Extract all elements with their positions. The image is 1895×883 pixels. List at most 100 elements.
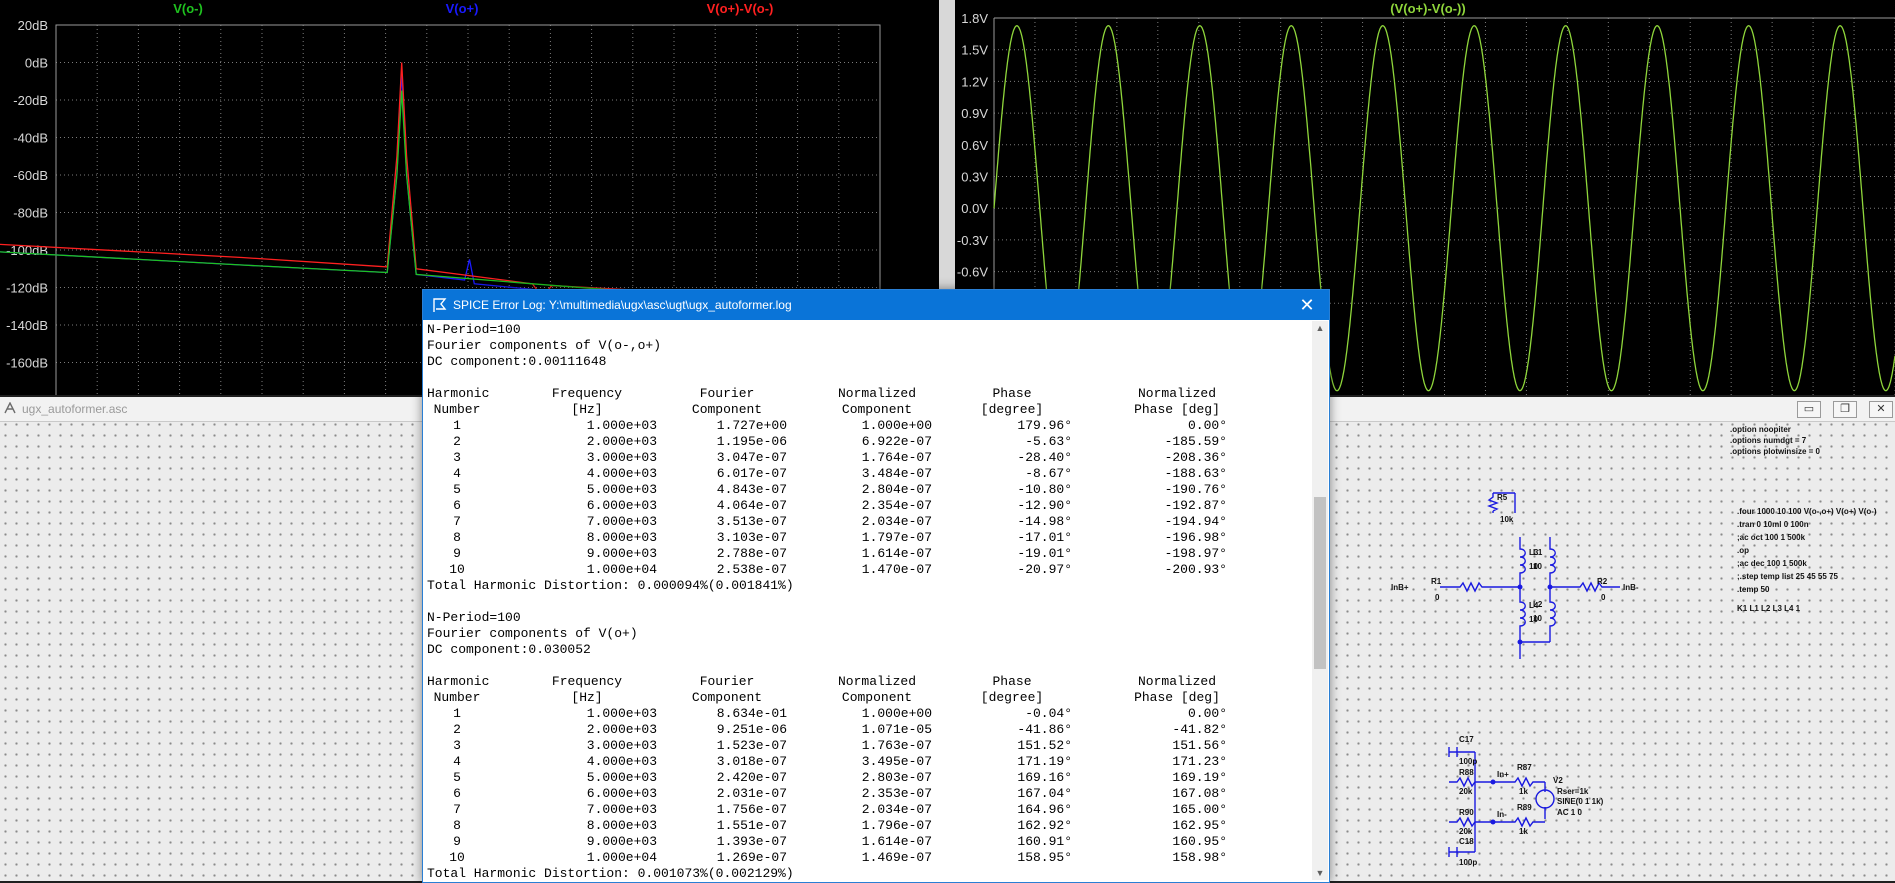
cell: 1.000e+00 [861, 706, 932, 721]
y-tick-label: -180dB [6, 393, 48, 395]
log-scrollbar[interactable]: ▲ ▼ [1312, 321, 1328, 880]
trace-legend-2: V(o+)-V(o-) [707, 1, 774, 16]
cell: 171.23° [1172, 754, 1227, 769]
r87-value: 1k [1519, 787, 1528, 796]
cell: 1.071e-05 [861, 722, 932, 737]
scroll-up-arrow-icon[interactable]: ▲ [1312, 321, 1328, 335]
cell: 6 [453, 498, 461, 513]
harmonic-row: 3 3.000e+03 1.523e-07 1.763e-07 151.52° 151.5… [427, 738, 1307, 754]
cell: -200.93° [1164, 562, 1227, 577]
r88-label: R88 [1459, 768, 1474, 777]
cell: 1 [453, 418, 461, 433]
cell: Normalized [1137, 386, 1216, 401]
harmonic-row: 3 3.000e+03 3.047e-07 1.764e-07 -28.40° -208.… [427, 450, 1307, 466]
circuit-drawing[interactable]: R5 10k R1 0 InB+ R2 0 InB- L3 10 L4 10 L… [1375, 397, 1895, 881]
cell: 2.034e-07 [861, 802, 932, 817]
cell: -19.01° [1017, 546, 1072, 561]
cell: 1.195e-06 [716, 434, 787, 449]
log-title-bar[interactable]: SPICE Error Log: Y:\multimedia\ugx\asc\u… [423, 290, 1329, 320]
cell: -190.76° [1164, 482, 1227, 497]
r2-value: 0 [1601, 593, 1606, 602]
thd-line: Total Harmonic Distortion: 0.000094%(0.0… [427, 578, 794, 593]
cell: Phase [992, 386, 1032, 401]
harmonic-row: 6 6.000e+03 2.031e-07 2.353e-07 167.04° 167.0… [427, 786, 1307, 802]
cell: -208.36° [1164, 450, 1227, 465]
bottom-wire [1519, 641, 1550, 659]
harmonic-row: 9 9.000e+03 1.393e-07 1.614e-07 160.91° 160.9… [427, 834, 1307, 850]
cell: 1.763e-07 [861, 738, 932, 753]
table-header-row: Number [Hz] Component Component [degree] Phas… [427, 690, 1307, 706]
cell: 179.96° [1017, 418, 1072, 433]
v2-sine: SINE(0 1 1k) [1557, 797, 1604, 806]
cell: 169.19° [1172, 770, 1227, 785]
y-tick-label: 0.3V [961, 170, 988, 185]
y-tick-label: 1.8V [961, 11, 988, 26]
r2-wire [1550, 581, 1620, 593]
cell: 4.000e+03 [586, 466, 657, 481]
cell: 164.96° [1017, 802, 1072, 817]
cell: 1.796e-07 [861, 818, 932, 833]
log-text-area[interactable]: N-Period=100 Fourier components of V(o-,o… [427, 322, 1307, 880]
cell: 9.251e-06 [716, 722, 787, 737]
cell: 1.551e-07 [716, 818, 787, 833]
cell: 1.614e-07 [861, 546, 932, 561]
cell: -5.63° [1025, 434, 1072, 449]
l4-inductor [1519, 587, 1526, 642]
spice-log-icon [433, 298, 447, 312]
r5-label: R5 [1497, 493, 1508, 502]
cell: Phase [992, 674, 1032, 689]
cell: 1.797e-07 [861, 530, 932, 545]
c17-value: 100p [1459, 757, 1477, 766]
v2-label: V2 [1553, 776, 1563, 785]
y-tick-label: -0.6V [957, 265, 988, 280]
cell: -41.82° [1172, 722, 1227, 737]
cell: 1.756e-07 [716, 802, 787, 817]
cell: Phase [deg] [1134, 402, 1220, 417]
close-log-button[interactable]: ✕ [1285, 290, 1329, 320]
cell: [Hz] [571, 690, 603, 705]
scroll-down-arrow-icon[interactable]: ▼ [1312, 866, 1328, 880]
y-tick-label: 1.2V [961, 74, 988, 89]
cell: -12.90° [1017, 498, 1072, 513]
cell: 1.393e-07 [716, 834, 787, 849]
cell: Normalized [837, 386, 916, 401]
c18-label: C18 [1459, 837, 1474, 846]
log-title: SPICE Error Log: Y:\multimedia\ugx\asc\u… [453, 298, 792, 312]
y-tick-label: 0.9V [961, 106, 988, 121]
cell: 3.000e+03 [586, 738, 657, 753]
cell: 2.420e-07 [716, 770, 787, 785]
r89-wire [1493, 816, 1545, 828]
cell: 1.614e-07 [861, 834, 932, 849]
cell: 1.470e-07 [861, 562, 932, 577]
cell: 2.034e-07 [861, 514, 932, 529]
cell: 0.00° [1187, 706, 1227, 721]
harmonic-row: 10 1.000e+04 1.269e-07 1.469e-07 158.95° 158.… [427, 850, 1307, 866]
cell: 2.031e-07 [716, 786, 787, 801]
dc-component: DC component:0.030052 [427, 642, 591, 657]
y-tick-label: 1.5V [961, 43, 988, 58]
cell: 1.000e+04 [586, 850, 657, 865]
harmonic-row: 1 1.000e+03 8.634e-01 1.000e+00 -0.04° 0.00° [427, 706, 1307, 722]
scroll-thumb[interactable] [1314, 497, 1326, 669]
y-tick-label: 0.6V [961, 138, 988, 153]
cell: 8 [453, 530, 461, 545]
cell: 2.354e-07 [861, 498, 932, 513]
cell: -194.94° [1164, 514, 1227, 529]
spice-error-log-window[interactable]: SPICE Error Log: Y:\multimedia\ugx\asc\u… [422, 289, 1330, 883]
cell: 9.000e+03 [586, 834, 657, 849]
cell: Component [691, 402, 763, 417]
cell: Harmonic [427, 674, 490, 689]
ltspice-icon [4, 402, 16, 414]
cell: 10 [449, 562, 465, 577]
r5-value: 10k [1500, 515, 1514, 524]
series-V(o+) [0, 71, 939, 319]
c17-symbol [1448, 747, 1475, 757]
cell: 3 [453, 738, 461, 753]
cell: -185.59° [1164, 434, 1227, 449]
cell: 8.634e-01 [716, 706, 787, 721]
l1-value: 10 [1533, 562, 1542, 571]
cell: 169.16° [1017, 770, 1072, 785]
cell: 158.95° [1017, 850, 1072, 865]
cell: 1.764e-07 [861, 450, 932, 465]
cell: 162.95° [1172, 818, 1227, 833]
